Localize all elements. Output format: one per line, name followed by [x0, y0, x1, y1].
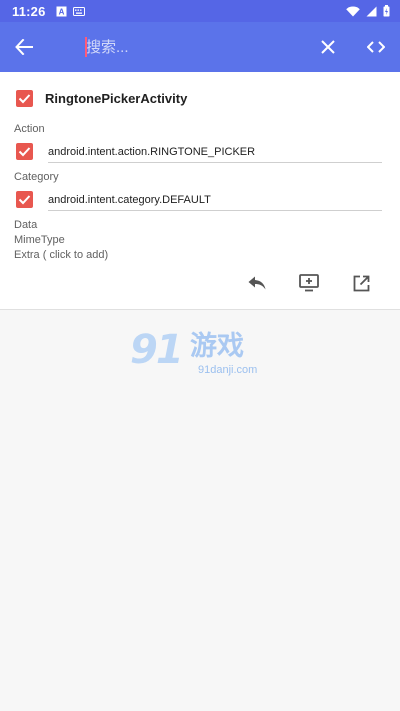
- activity-name: RingtonePickerActivity: [45, 91, 188, 106]
- code-button[interactable]: [352, 22, 400, 72]
- status-right-icons: [346, 5, 390, 17]
- add-to-screen-icon: [299, 274, 319, 292]
- watermark-logo: 91 游戏 91danji.com: [130, 326, 270, 382]
- add-to-screen-button[interactable]: [298, 272, 320, 294]
- watermark-url: 91danji.com: [198, 364, 258, 376]
- a-box-icon: A: [56, 6, 67, 17]
- intent-card: RingtonePickerActivity Action android.in…: [0, 72, 400, 310]
- reply-icon: [248, 276, 266, 290]
- extra-add-label[interactable]: Extra ( click to add): [14, 249, 108, 261]
- reply-button[interactable]: [246, 272, 268, 294]
- category-row: [16, 191, 33, 208]
- category-checkbox[interactable]: [16, 191, 33, 208]
- watermark-text: 游戏: [190, 331, 244, 361]
- svg-text:A: A: [58, 7, 64, 16]
- check-icon: [18, 94, 31, 104]
- clear-button[interactable]: [304, 22, 352, 72]
- category-label: Category: [14, 171, 59, 183]
- text-caret: [85, 37, 87, 57]
- activity-row[interactable]: RingtonePickerActivity: [16, 90, 187, 107]
- status-left-icons: A: [56, 6, 85, 17]
- open-external-button[interactable]: [350, 272, 372, 294]
- data-label[interactable]: Data: [14, 219, 37, 231]
- action-row: [16, 143, 33, 160]
- wifi-icon: [346, 6, 360, 17]
- search-wrap: [48, 22, 304, 72]
- mimetype-label[interactable]: MimeType: [14, 234, 65, 246]
- category-value[interactable]: android.intent.category.DEFAULT: [48, 194, 382, 211]
- action-value[interactable]: android.intent.action.RINGTONE_PICKER: [48, 146, 382, 163]
- action-bar: [246, 272, 372, 294]
- watermark-number: 91: [130, 327, 184, 373]
- status-bar: 11:26 A: [0, 0, 400, 22]
- action-label: Action: [14, 123, 45, 135]
- status-time: 11:26: [12, 3, 46, 19]
- code-icon: [367, 41, 385, 53]
- toolbar: [0, 22, 400, 72]
- open-external-icon: [353, 275, 369, 291]
- keyboard-icon: [72, 6, 85, 16]
- battery-icon: [383, 5, 390, 17]
- back-button[interactable]: [0, 22, 48, 72]
- search-input[interactable]: [86, 38, 286, 56]
- check-icon: [18, 147, 31, 157]
- close-icon: [321, 40, 335, 54]
- activity-checkbox[interactable]: [16, 90, 33, 107]
- check-icon: [18, 195, 31, 205]
- arrow-left-icon: [15, 39, 33, 55]
- signal-icon: [366, 6, 377, 17]
- action-checkbox[interactable]: [16, 143, 33, 160]
